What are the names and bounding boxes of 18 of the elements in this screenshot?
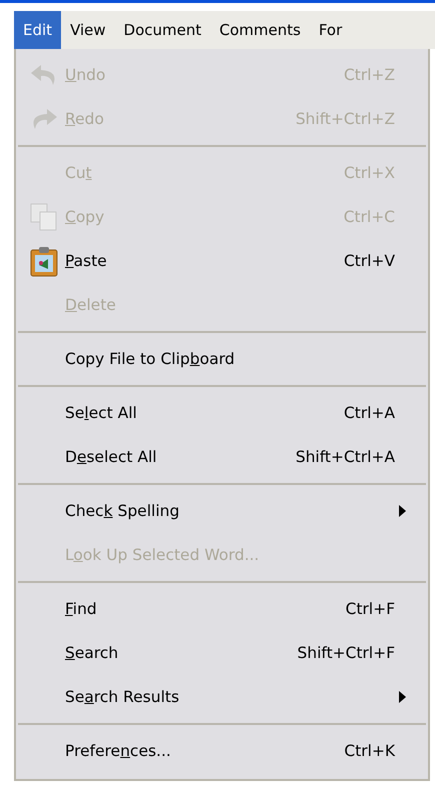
menu-bar-item[interactable]: View [61, 11, 115, 49]
menu-bar-item[interactable]: Comments [210, 11, 310, 49]
menu-bar-item[interactable]: Document [114, 11, 210, 49]
submenu-arrow-icon [399, 505, 406, 517]
menu-bar-item[interactable]: Edit [14, 11, 62, 49]
clipboard-icon [28, 245, 58, 277]
submenu-arrow-icon [399, 691, 406, 703]
menu-bar-item[interactable]: For [310, 11, 352, 49]
menu-item[interactable]: Paste Ctrl+V [16, 239, 428, 283]
menu-item[interactable]: Deselect All Shift+Ctrl+A [16, 435, 428, 479]
menu-item[interactable]: Find Ctrl+F [16, 587, 428, 631]
menu-item[interactable]: Preferences... Ctrl+K [16, 729, 428, 773]
menu-item[interactable]: Check Spelling [16, 489, 428, 533]
menu-item[interactable]: Search Results [16, 675, 428, 719]
menu-item[interactable]: Copy File to Clipboard [16, 337, 428, 381]
menu-item[interactable]: Select All Ctrl+A [16, 391, 428, 435]
copy-icon [28, 202, 58, 232]
menu-item[interactable]: Search Shift+Ctrl+F [16, 631, 428, 675]
